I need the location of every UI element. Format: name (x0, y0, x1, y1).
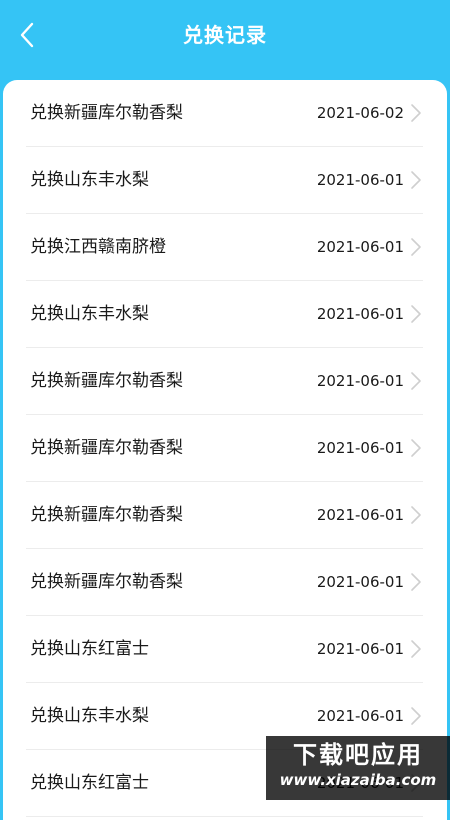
record-date: 2021-06-01 (316, 171, 404, 189)
record-date: 2021-06-01 (316, 305, 404, 323)
record-date: 2021-06-01 (316, 372, 404, 390)
record-name: 兑换山东红富士 (30, 639, 149, 659)
chevron-right-icon (411, 573, 421, 591)
record-name: 兑换新疆库尔勒香梨 (30, 572, 183, 592)
chevron-right-icon (411, 305, 421, 323)
record-row[interactable]: 兑换新疆库尔勒香梨 2021-06-01 (26, 415, 423, 482)
page-title: 兑换记录 (183, 23, 267, 47)
record-name: 兑换江西赣南脐橙 (30, 237, 166, 257)
record-name: 兑换新疆库尔勒香梨 (30, 103, 183, 123)
app-header: 兑换记录 (0, 0, 450, 76)
chevron-right-icon (411, 439, 421, 457)
record-name: 兑换山东红富士 (30, 773, 149, 793)
record-row[interactable]: 兑换江西赣南脐橙 2021-06-01 (26, 214, 423, 281)
record-name: 兑换新疆库尔勒香梨 (30, 371, 183, 391)
record-row[interactable]: 兑换山东丰水梨 2021-06-01 (26, 147, 423, 214)
record-name: 兑换新疆库尔勒香梨 (30, 505, 183, 525)
chevron-right-icon (411, 707, 421, 725)
record-name: 兑换新疆库尔勒香梨 (30, 438, 183, 458)
record-date: 2021-06-01 (316, 640, 404, 658)
record-row[interactable]: 兑换新疆库尔勒香梨 2021-06-01 (26, 482, 423, 549)
record-row[interactable]: 兑换新疆库尔勒香梨 2021-06-02 (26, 80, 423, 147)
record-list: 兑换新疆库尔勒香梨 2021-06-02 兑换山东丰水梨 2021-06-01 兑换江西… (3, 80, 447, 817)
record-row[interactable]: 兑换新疆库尔勒香梨 2021-06-01 (26, 348, 423, 415)
record-row[interactable]: 兑换山东丰水梨 2021-06-01 (26, 281, 423, 348)
record-list-card: 兑换新疆库尔勒香梨 2021-06-02 兑换山东丰水梨 2021-06-01 兑换江西… (3, 80, 447, 820)
record-date: 2021-06-02 (316, 104, 404, 122)
record-name: 兑换山东丰水梨 (30, 706, 149, 726)
watermark-line2: www.xiazaiba.com (279, 771, 437, 789)
record-date: 2021-06-01 (316, 238, 404, 256)
record-row[interactable]: 兑换新疆库尔勒香梨 2021-06-01 (26, 549, 423, 616)
chevron-right-icon (411, 171, 421, 189)
chevron-right-icon (411, 238, 421, 256)
watermark-logo: 下载吧应用 www.xiazaiba.com (266, 736, 450, 800)
chevron-right-icon (411, 506, 421, 524)
watermark-line1: 下载吧应用 (293, 741, 423, 769)
record-row[interactable]: 兑换山东红富士 2021-06-01 (26, 616, 423, 683)
record-date: 2021-06-01 (316, 506, 404, 524)
chevron-right-icon (411, 372, 421, 390)
record-date: 2021-06-01 (316, 439, 404, 457)
chevron-right-icon (411, 640, 421, 658)
record-name: 兑换山东丰水梨 (30, 304, 149, 324)
record-name: 兑换山东丰水梨 (30, 170, 149, 190)
chevron-right-icon (411, 104, 421, 122)
record-date: 2021-06-01 (316, 573, 404, 591)
